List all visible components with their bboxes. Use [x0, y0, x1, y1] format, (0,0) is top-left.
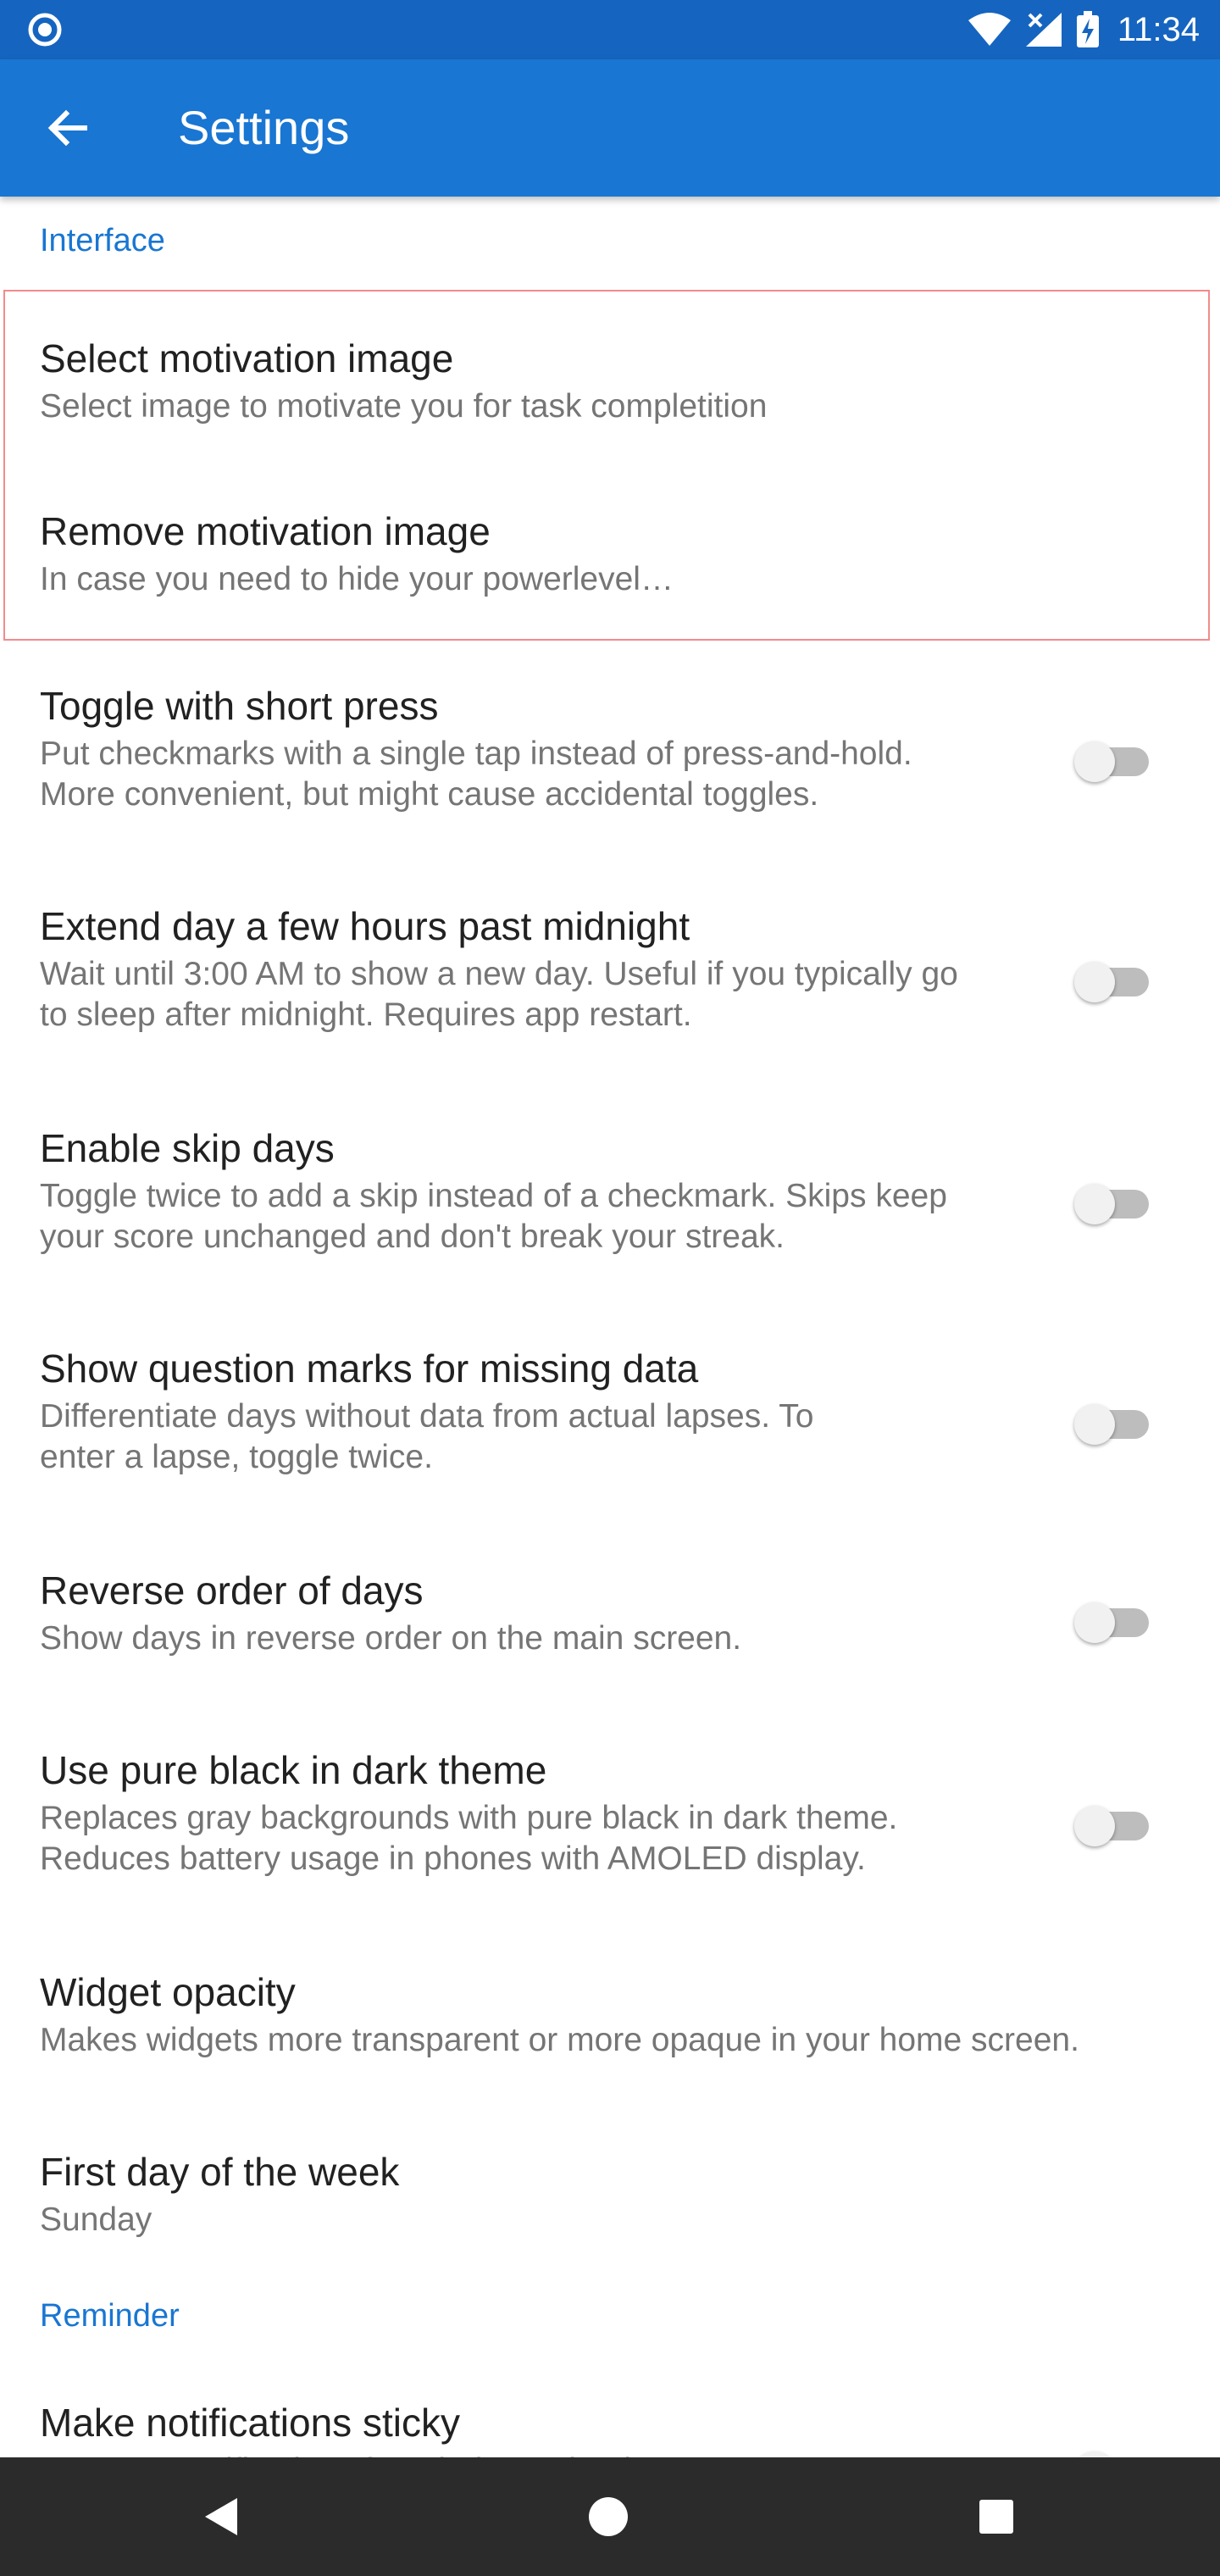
page-title: Settings: [178, 101, 350, 154]
back-triangle-icon[interactable]: [188, 2483, 256, 2551]
pref-title: Extend day a few hours past midnight: [40, 904, 690, 948]
extend-day-switch[interactable]: [1074, 956, 1152, 1007]
pref-title: Select motivation image: [40, 336, 454, 380]
status-time: 11:34: [1117, 10, 1200, 48]
signal-icon: [1025, 13, 1062, 47]
pref-title: Use pure black in dark theme: [40, 1748, 547, 1792]
arrow-back-icon[interactable]: [41, 101, 95, 155]
pref-summary: Differentiate days without data from act…: [40, 1398, 814, 1475]
sticky-notifications-switch[interactable]: [1074, 2446, 1152, 2457]
status-bar: 11:34: [0, 0, 1220, 59]
pref-title: First day of the week: [40, 2150, 400, 2194]
pref-summary: Wait until 3:00 AM to show a new day. Us…: [40, 956, 958, 1033]
pref-title: Reverse order of days: [40, 1568, 424, 1613]
pref-title: Widget opacity: [40, 1970, 296, 2014]
pref-extend-day[interactable]: Extend day a few hours past midnight Wai…: [0, 868, 1220, 1090]
pref-question-marks[interactable]: Show question marks for missing data Dif…: [0, 1310, 1220, 1532]
switch-thumb: [1074, 2451, 1115, 2457]
switch-thumb: [1074, 1806, 1115, 1846]
pref-summary: Put checkmarks with a single tap instead…: [40, 736, 912, 813]
recents-square-icon[interactable]: [962, 2483, 1030, 2551]
system-nav-bar: [0, 2457, 1220, 2576]
pref-summary: Replaces gray backgrounds with pure blac…: [40, 1800, 898, 1877]
pref-sticky-notifications[interactable]: Make notifications sticky Prevents notif…: [0, 2364, 1220, 2457]
pref-title: Show question marks for missing data: [40, 1346, 699, 1391]
pref-summary: Show days in reverse order on the main s…: [40, 1620, 742, 1657]
home-circle-icon[interactable]: [574, 2483, 642, 2551]
pure-black-switch[interactable]: [1074, 1800, 1152, 1851]
toggle-short-press-switch[interactable]: [1074, 736, 1152, 786]
category-interface: Interface: [40, 223, 165, 258]
pref-reverse-order[interactable]: Reverse order of days Show days in rever…: [0, 1532, 1220, 1712]
pref-select-motivation-image[interactable]: Select motivation image Select image to …: [0, 291, 1220, 466]
pref-remove-motivation-image[interactable]: Remove motivation image In case you need…: [0, 466, 1220, 647]
skip-days-switch[interactable]: [1074, 1178, 1152, 1229]
pref-summary: Select image to motivate you for task co…: [40, 388, 768, 425]
pref-toggle-short-press[interactable]: Toggle with short press Put checkmarks w…: [0, 647, 1220, 868]
app-bar: Settings: [0, 59, 1220, 197]
pref-first-day-of-week[interactable]: First day of the week Sunday: [0, 2113, 1220, 2293]
switch-thumb: [1074, 741, 1115, 782]
switch-thumb: [1074, 1404, 1115, 1445]
category-reminder: Reminder: [40, 2298, 180, 2334]
reverse-order-switch[interactable]: [1074, 1596, 1152, 1647]
notification-dot-icon: [28, 13, 62, 47]
pref-summary: Makes widgets more transparent or more o…: [40, 2022, 1079, 2058]
wifi-icon: [968, 13, 1011, 46]
pref-summary: Sunday: [40, 2201, 152, 2238]
pref-title: Make notifications sticky: [40, 2401, 460, 2445]
pref-enable-skip-days[interactable]: Enable skip days Toggle twice to add a s…: [0, 1090, 1220, 1310]
pref-widget-opacity[interactable]: Widget opacity Makes widgets more transp…: [0, 1934, 1220, 2113]
pref-summary: In case you need to hide your powerlevel…: [40, 561, 674, 597]
battery-charging-icon: [1076, 11, 1099, 47]
pref-summary: Prevents notifications from being swiped…: [40, 2451, 724, 2457]
pref-title: Remove motivation image: [40, 509, 491, 553]
pref-title: Enable skip days: [40, 1126, 335, 1170]
settings-list[interactable]: Interface Select motivation image Select…: [0, 197, 1220, 2457]
question-marks-switch[interactable]: [1074, 1398, 1152, 1449]
switch-thumb: [1074, 962, 1115, 1002]
pref-summary: Toggle twice to add a skip instead of a …: [40, 1178, 947, 1255]
switch-thumb: [1074, 1184, 1115, 1224]
status-icons: 11:34: [967, 0, 1200, 59]
switch-thumb: [1074, 1602, 1115, 1643]
pref-pure-black[interactable]: Use pure black in dark theme Replaces gr…: [0, 1712, 1220, 1934]
pref-title: Toggle with short press: [40, 684, 439, 728]
